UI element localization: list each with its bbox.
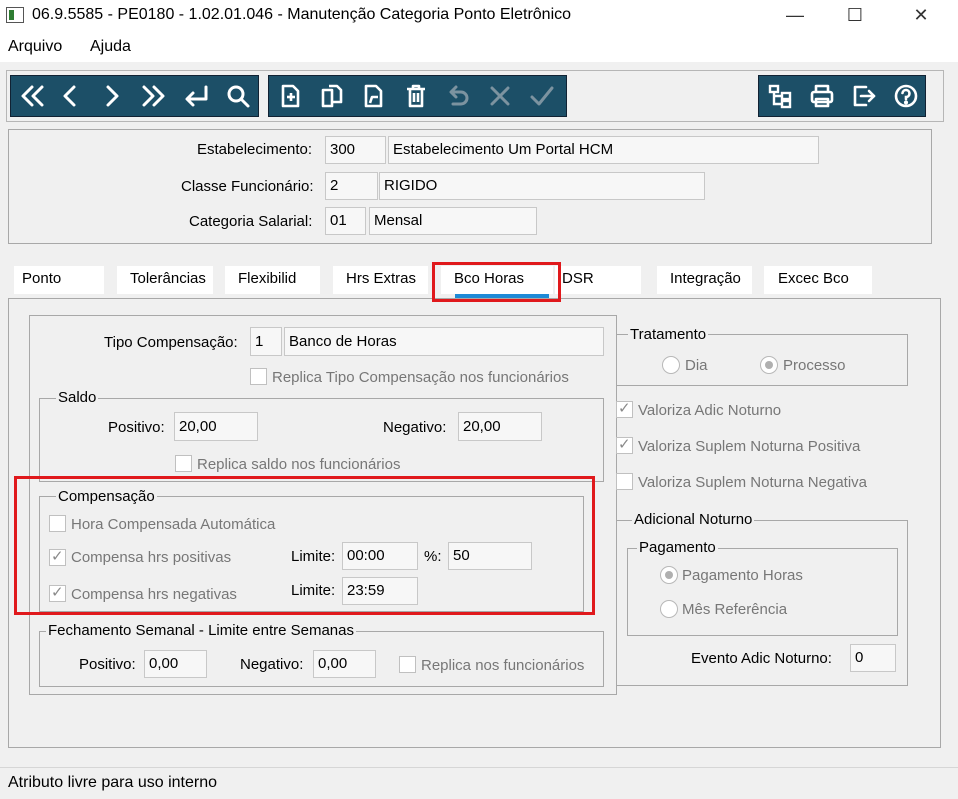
- window-title: 06.9.5585 - PE0180 - 1.02.01.046 - Manut…: [32, 6, 572, 23]
- status-text: Atributo livre para uso interno: [8, 774, 217, 791]
- saldo-negativo-label: Negativo:: [383, 419, 447, 436]
- classe-code-field[interactable]: 2: [325, 172, 378, 200]
- categoria-label: Categoria Salarial:: [189, 213, 313, 230]
- classe-name-field: RIGIDO: [379, 172, 705, 200]
- search-icon[interactable]: [219, 76, 256, 116]
- compensacao-highlight: [14, 476, 595, 615]
- menu-arquivo[interactable]: Arquivo: [8, 38, 62, 56]
- help-icon[interactable]: [887, 76, 924, 116]
- active-tab-highlight: [432, 262, 561, 302]
- tratamento-processo-label: Processo: [783, 357, 846, 374]
- first-record-icon[interactable]: [13, 76, 50, 116]
- pagamento-group: [627, 548, 898, 636]
- close-button[interactable]: ✕: [898, 0, 944, 30]
- saldo-title: Saldo: [56, 389, 99, 406]
- tab-ponto[interactable]: Ponto: [14, 266, 104, 294]
- valoriza-suplem-negativa-checkbox[interactable]: [616, 473, 633, 490]
- tab-hrs-extras[interactable]: Hrs Extras: [333, 266, 428, 294]
- saldo-positivo-field[interactable]: 20,00: [174, 412, 258, 441]
- minimize-button[interactable]: —: [772, 0, 818, 30]
- evento-adic-noturno-label: Evento Adic Noturno:: [691, 650, 832, 667]
- tab-dsr[interactable]: DSR: [555, 266, 641, 294]
- pagamento-horas-label: Pagamento Horas: [682, 567, 803, 584]
- fechamento-positivo-label: Positivo:: [79, 656, 136, 673]
- tab-flexibilid[interactable]: Flexibilid: [225, 266, 320, 294]
- hierarchy-icon[interactable]: [761, 76, 798, 116]
- tratamento-processo-radio[interactable]: [760, 356, 778, 374]
- print-icon[interactable]: [803, 76, 840, 116]
- replica-fechamento-checkbox[interactable]: [399, 656, 416, 673]
- replica-saldo-label: Replica saldo nos funcionários: [197, 456, 401, 473]
- goto-icon[interactable]: [177, 76, 214, 116]
- tratamento-dia-radio[interactable]: [662, 356, 680, 374]
- valoriza-suplem-negativa-label: Valoriza Suplem Noturna Negativa: [638, 474, 868, 491]
- right-toolbar: [758, 75, 926, 117]
- tab-tolerancias[interactable]: Tolerâncias: [117, 266, 213, 294]
- replica-tipo-checkbox[interactable]: [250, 368, 267, 385]
- tratamento-title: Tratamento: [628, 326, 709, 343]
- new-record-icon[interactable]: [271, 76, 308, 116]
- fechamento-title: Fechamento Semanal - Limite entre Semana…: [46, 622, 356, 639]
- delete-record-icon[interactable]: [397, 76, 434, 116]
- fechamento-negativo-label: Negativo:: [240, 656, 304, 673]
- tipo-compensacao-label: Tipo Compensação:: [104, 334, 238, 351]
- valoriza-adic-noturno-label: Valoriza Adic Noturno: [638, 402, 782, 419]
- fechamento-positivo-field[interactable]: 0,00: [144, 650, 207, 678]
- tipo-compensacao-code-field[interactable]: 1: [250, 327, 282, 356]
- adicional-noturno-title: Adicional Noturno: [632, 511, 755, 528]
- menu-ajuda[interactable]: Ajuda: [90, 38, 131, 56]
- replica-fechamento-label: Replica nos funcionários: [421, 657, 585, 674]
- valoriza-suplem-positiva-checkbox[interactable]: [616, 435, 633, 454]
- maximize-button[interactable]: ☐: [832, 0, 878, 30]
- evento-adic-noturno-field[interactable]: 0: [850, 644, 896, 672]
- copy-record-icon[interactable]: [313, 76, 350, 116]
- estabelecimento-name-field: Estabelecimento Um Portal HCM: [388, 136, 819, 164]
- saldo-positivo-label: Positivo:: [108, 419, 165, 436]
- cancel-icon[interactable]: [481, 76, 518, 116]
- pagamento-title: Pagamento: [637, 539, 718, 556]
- categoria-name-field: Mensal: [369, 207, 537, 235]
- confirm-icon[interactable]: [523, 76, 560, 116]
- mes-referencia-label: Mês Referência: [682, 601, 788, 618]
- pagamento-horas-radio[interactable]: [660, 566, 678, 584]
- tab-excec-bco[interactable]: Excec Bco: [764, 266, 872, 294]
- mes-referencia-radio[interactable]: [660, 600, 678, 618]
- estabelecimento-label: Estabelecimento:: [197, 141, 313, 158]
- next-record-icon[interactable]: [93, 76, 130, 116]
- tratamento-dia-label: Dia: [685, 357, 708, 374]
- undo-icon[interactable]: [439, 76, 476, 116]
- navigation-toolbar: [10, 75, 259, 117]
- edit-record-icon[interactable]: [355, 76, 392, 116]
- valoriza-adic-noturno-checkbox[interactable]: [616, 399, 633, 418]
- estabelecimento-code-field[interactable]: 300: [325, 136, 386, 164]
- saldo-negativo-field[interactable]: 20,00: [458, 412, 542, 441]
- exit-icon[interactable]: [845, 76, 882, 116]
- tipo-compensacao-name-field: Banco de Horas: [284, 327, 604, 356]
- menu-bar: [0, 34, 958, 60]
- classe-label: Classe Funcionário:: [181, 178, 314, 195]
- edit-toolbar: [268, 75, 567, 117]
- last-record-icon[interactable]: [135, 76, 172, 116]
- categoria-code-field[interactable]: 01: [325, 207, 366, 235]
- app-icon: [6, 7, 24, 23]
- valoriza-suplem-positiva-label: Valoriza Suplem Noturna Positiva: [638, 438, 861, 455]
- fechamento-negativo-field[interactable]: 0,00: [313, 650, 376, 678]
- replica-tipo-label: Replica Tipo Compensação nos funcionário…: [272, 369, 569, 386]
- tab-integracao[interactable]: Integração: [657, 266, 752, 294]
- previous-record-icon[interactable]: [51, 76, 88, 116]
- replica-saldo-checkbox[interactable]: [175, 455, 192, 472]
